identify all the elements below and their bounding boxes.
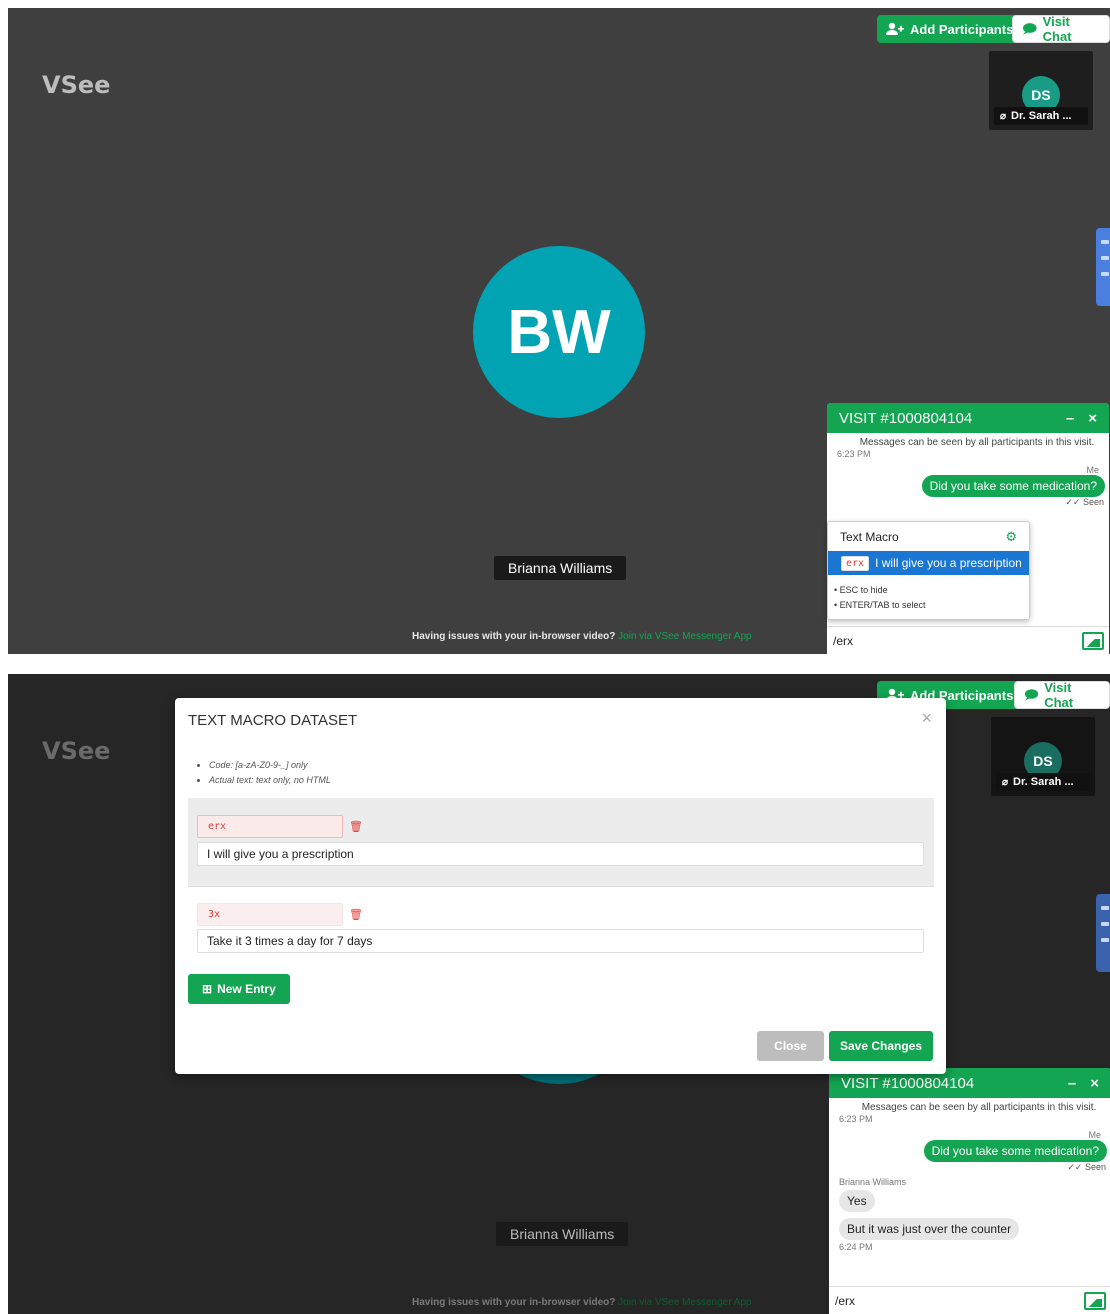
join-messenger-link[interactable]: Join via VSee Messenger App bbox=[618, 1297, 751, 1308]
join-messenger-link[interactable]: Join via VSee Messenger App bbox=[618, 631, 751, 642]
me-label: Me bbox=[1088, 1130, 1101, 1140]
video-issue-notice: Having issues with your in-browser video… bbox=[412, 1297, 752, 1308]
vsee-logo: VSee bbox=[42, 737, 111, 765]
seen-indicator: ✓✓ Seen bbox=[827, 497, 1109, 508]
chat-minimize-button[interactable]: – bbox=[1068, 1075, 1076, 1092]
add-user-icon bbox=[886, 22, 904, 35]
chat-timestamp: 6:23 PM bbox=[837, 449, 871, 459]
chat-notice: Messages can be seen by all participants… bbox=[859, 437, 1095, 448]
video-issue-notice: Having issues with your in-browser video… bbox=[412, 631, 752, 642]
video-call-screen-1: VSee Add Participants Visit Chat DS ⌀ Dr… bbox=[8, 8, 1110, 654]
trash-icon[interactable]: 🗑 bbox=[349, 908, 363, 921]
participant-name: Dr. Sarah ... bbox=[1011, 110, 1072, 122]
add-participants-button[interactable]: Add Participants bbox=[877, 15, 1023, 43]
hint-text: Actual text: text only, no HTML bbox=[209, 773, 331, 788]
sender-name: Brianna Williams bbox=[839, 1177, 907, 1187]
participant-name-bar: ⌀ Dr. Sarah ... bbox=[994, 107, 1088, 125]
participant-name-bar: ⌀ Dr. Sarah ... bbox=[996, 773, 1090, 791]
chat-title: VISIT #1000804104 bbox=[841, 1074, 975, 1092]
chat-input[interactable]: /erx bbox=[829, 1286, 1110, 1314]
mic-off-icon: ⌀ bbox=[1000, 110, 1007, 122]
hint-enter: • ENTER/TAB to select bbox=[834, 600, 926, 610]
video-issue-text: Having issues with your in-browser video… bbox=[412, 1297, 616, 1308]
modal-title: TEXT MACRO DATASET bbox=[188, 712, 358, 729]
participant-thumbnail[interactable]: DS ⌀ Dr. Sarah ... bbox=[991, 717, 1095, 796]
message-them: Yes bbox=[839, 1190, 875, 1212]
macro-code-input[interactable]: 3x bbox=[197, 903, 343, 926]
plus-box-icon: ⊞ bbox=[202, 982, 213, 996]
text-macro-popup: Text Macro ⚙ erx I will give you a presc… bbox=[827, 521, 1030, 620]
macro-code-input[interactable]: erx bbox=[197, 815, 343, 838]
visit-chat-label: Visit Chat bbox=[1044, 680, 1074, 710]
seen-label: Seen bbox=[1082, 497, 1104, 507]
side-toolbar-tab[interactable] bbox=[1096, 228, 1110, 306]
chat-input[interactable]: /erx bbox=[827, 626, 1109, 654]
close-button[interactable]: Close bbox=[757, 1031, 824, 1061]
seen-indicator: ✓✓ Seen bbox=[829, 1162, 1110, 1173]
visit-chat-panel: VISIT #1000804104 – × Messages can be see… bbox=[829, 1068, 1110, 1314]
macro-entry: erx 🗑 I will give you a prescription bbox=[188, 798, 934, 886]
visit-chat-label: Visit Chat bbox=[1042, 14, 1072, 44]
mic-off-icon: ⌀ bbox=[1002, 776, 1009, 788]
text-macro-dataset-modal: TEXT MACRO DATASET × Code: [a-zA-Z0-9-_]… bbox=[175, 698, 946, 1074]
trash-icon[interactable]: 🗑 bbox=[349, 820, 363, 833]
macro-entry: 3x 🗑 Take it 3 times a day for 7 days bbox=[188, 886, 934, 964]
new-entry-label: New Entry bbox=[217, 982, 276, 996]
video-issue-text: Having issues with your in-browser video… bbox=[412, 631, 616, 642]
chat-timestamp: 6:23 PM bbox=[839, 1114, 873, 1124]
image-icon[interactable] bbox=[1082, 631, 1104, 650]
vsee-logo: VSee bbox=[42, 71, 111, 99]
message-them: But it was just over the counter bbox=[839, 1218, 1020, 1240]
hint-esc: • ESC to hide bbox=[834, 585, 888, 595]
image-icon[interactable] bbox=[1084, 1291, 1106, 1310]
message-me: Did you take some medication? bbox=[923, 1140, 1107, 1162]
message-me: Did you take some medication? bbox=[921, 475, 1105, 497]
chat-timestamp: 6:24 PM bbox=[839, 1242, 873, 1252]
modal-hints: Code: [a-zA-Z0-9-_] only Actual text: te… bbox=[199, 758, 331, 788]
side-toolbar-tab[interactable] bbox=[1096, 894, 1110, 972]
chat-title: VISIT #1000804104 bbox=[839, 409, 973, 427]
text-macro-option[interactable]: erx I will give you a prescription bbox=[828, 551, 1029, 575]
chat-icon bbox=[1024, 689, 1039, 701]
modal-close-icon[interactable]: × bbox=[921, 708, 932, 729]
main-participant-avatar: BW bbox=[473, 246, 645, 418]
visit-chat-button[interactable]: Visit Chat bbox=[1012, 14, 1110, 44]
participant-thumbnail[interactable]: DS ⌀ Dr. Sarah ... bbox=[989, 51, 1093, 130]
participant-name: Dr. Sarah ... bbox=[1013, 776, 1074, 788]
new-entry-button[interactable]: ⊞ New Entry bbox=[188, 974, 290, 1004]
double-check-icon: ✓✓ bbox=[1065, 497, 1081, 507]
main-participant-name-tag: Brianna Williams bbox=[496, 1222, 629, 1246]
chat-input-value: /erx bbox=[835, 1293, 856, 1308]
double-check-icon: ✓✓ bbox=[1067, 1162, 1083, 1172]
main-participant-name-tag: Brianna Williams bbox=[494, 556, 627, 580]
seen-label: Seen bbox=[1084, 1162, 1106, 1172]
chat-minimize-button[interactable]: – bbox=[1066, 410, 1074, 427]
text-macro-header: Text Macro ⚙ bbox=[828, 522, 1029, 551]
macro-text-input[interactable]: I will give you a prescription bbox=[197, 842, 924, 866]
me-label: Me bbox=[1086, 465, 1099, 475]
save-changes-button[interactable]: Save Changes bbox=[829, 1031, 933, 1061]
macro-hints: • ESC to hide • ENTER/TAB to select bbox=[828, 575, 1029, 619]
chat-input-value: /erx bbox=[833, 633, 854, 648]
hint-code: Code: [a-zA-Z0-9-_] only bbox=[209, 758, 331, 773]
chat-icon bbox=[1022, 23, 1037, 35]
chat-close-button[interactable]: × bbox=[1088, 410, 1097, 427]
gear-icon[interactable]: ⚙ bbox=[1005, 529, 1017, 545]
macro-text-input[interactable]: Take it 3 times a day for 7 days bbox=[197, 929, 924, 953]
macro-code-chip: erx bbox=[841, 555, 870, 571]
text-macro-title: Text Macro bbox=[840, 529, 899, 544]
add-participants-label: Add Participants bbox=[910, 21, 1014, 37]
macro-option-text: I will give you a prescription bbox=[875, 556, 1022, 570]
chat-notice: Messages can be seen by all participants… bbox=[861, 1102, 1097, 1113]
chat-header: VISIT #1000804104 – × bbox=[827, 403, 1109, 433]
visit-chat-button[interactable]: Visit Chat bbox=[1014, 680, 1110, 710]
chat-close-button[interactable]: × bbox=[1090, 1075, 1099, 1092]
